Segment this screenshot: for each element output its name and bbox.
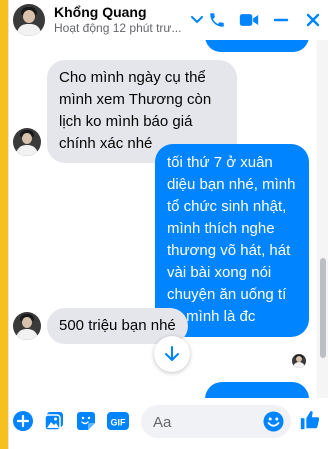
message-text: 500 triệu bạn nhé [59, 317, 176, 334]
seen-indicator-avatar [292, 354, 306, 368]
contact-info[interactable]: Khổng Quang Hoạt động 12 phút trư... [54, 4, 186, 36]
image-icon[interactable] [43, 410, 65, 432]
thumbs-up-icon[interactable] [299, 409, 321, 431]
sticker-icon[interactable] [75, 410, 97, 432]
background-page-edge [0, 0, 8, 449]
message-composer: GIF [9, 398, 328, 449]
minimize-icon[interactable] [271, 10, 291, 30]
chat-header[interactable]: Khổng Quang Hoạt động 12 phút trư... [9, 0, 328, 40]
gif-icon[interactable]: GIF [107, 410, 129, 432]
contact-name: Khổng Quang [54, 4, 147, 20]
message-bubble-outgoing[interactable]: tối thứ 7 ở xuân diệu bạn nhé, mình tổ c… [155, 144, 309, 337]
emoji-icon[interactable] [263, 411, 284, 432]
chevron-down-icon[interactable] [190, 13, 204, 27]
message-bubble-outgoing-partial[interactable] [205, 40, 309, 52]
phone-icon[interactable] [207, 10, 227, 30]
plus-icon[interactable] [12, 410, 34, 432]
message-bubble-outgoing-partial[interactable] [205, 382, 309, 398]
scrollbar[interactable] [317, 40, 328, 398]
activity-status: Hoạt động 12 phút trư... [54, 21, 182, 35]
scroll-to-bottom-button[interactable] [154, 336, 190, 372]
video-camera-icon[interactable] [239, 10, 259, 30]
contact-avatar[interactable] [13, 4, 45, 36]
sender-avatar[interactable] [13, 128, 41, 156]
svg-text:GIF: GIF [111, 418, 127, 428]
message-text: Cho mình ngày cụ thể mình xem Thương còn… [59, 69, 212, 152]
message-text: tối thứ 7 ở xuân diệu bạn nhé, mình tổ c… [167, 154, 296, 325]
chat-window: Khổng Quang Hoạt động 12 phút trư... Cho… [8, 0, 328, 449]
message-input[interactable] [153, 412, 263, 432]
scrollbar-thumb[interactable] [320, 258, 326, 358]
header-actions [207, 10, 323, 30]
arrow-down-icon [165, 346, 179, 361]
message-list[interactable]: Cho mình ngày cụ thể mình xem Thương còn… [9, 40, 315, 398]
close-icon[interactable] [303, 10, 323, 30]
sender-avatar[interactable] [13, 312, 41, 340]
message-input-container[interactable] [141, 405, 291, 438]
